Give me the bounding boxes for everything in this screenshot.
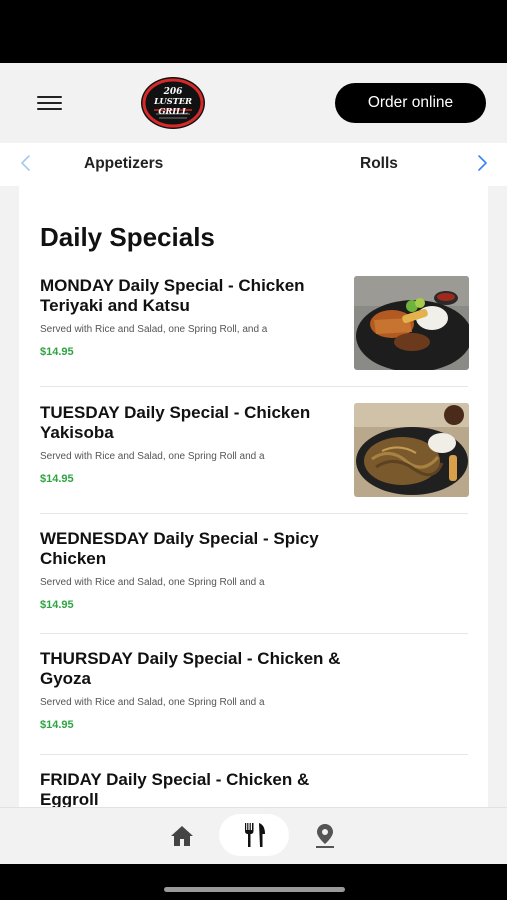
home-icon[interactable]: [170, 825, 194, 847]
status-bar: [0, 0, 507, 63]
item-name: THURSDAY Daily Special - Chicken & Gyoza: [40, 649, 341, 688]
item-price: $14.95: [40, 599, 74, 611]
hamburger-icon[interactable]: [37, 96, 62, 112]
item-divider: [40, 754, 468, 755]
home-indicator[interactable]: [164, 887, 345, 892]
menu-item-wednesday[interactable]: WEDNESDAY Daily Special - Spicy Chicken …: [40, 529, 468, 619]
chevron-right-icon[interactable]: [472, 153, 492, 173]
item-price: $14.95: [40, 346, 74, 358]
menu-section-card: Daily Specials MONDAY Daily Special - Ch…: [19, 186, 488, 864]
item-name: FRIDAY Daily Special - Chicken & Eggroll: [40, 770, 310, 809]
category-tabs: Appetizers Rolls: [0, 143, 507, 186]
logo-line-1: 206: [163, 87, 183, 97]
tab-rolls[interactable]: Rolls: [360, 155, 398, 173]
menu-item-monday[interactable]: MONDAY Daily Special - Chicken Teriyaki …: [40, 276, 469, 376]
item-name: MONDAY Daily Special - Chicken Teriyaki …: [40, 276, 305, 315]
tab-appetizers[interactable]: Appetizers: [84, 155, 163, 173]
menu-item-tuesday[interactable]: TUESDAY Daily Special - Chicken Yakisoba…: [40, 403, 469, 503]
fork-knife-icon[interactable]: [242, 822, 268, 848]
item-name: TUESDAY Daily Special - Chicken Yakisoba: [40, 403, 311, 442]
item-divider: [40, 386, 468, 387]
item-description: Served with Rice and Salad, one Spring R…: [40, 577, 265, 588]
restaurant-logo[interactable]: 206 LUSTER GRILL: [140, 76, 206, 130]
section-title: Daily Specials: [40, 222, 215, 252]
item-photo: [354, 276, 469, 370]
bottom-navigation: [0, 807, 507, 864]
system-bottom-bar: [0, 864, 507, 900]
item-divider: [40, 513, 468, 514]
item-divider: [40, 633, 468, 634]
order-online-button[interactable]: Order online: [335, 83, 486, 123]
item-name: WEDNESDAY Daily Special - Spicy Chicken: [40, 529, 319, 568]
item-description: Served with Rice and Salad, one Spring R…: [40, 451, 265, 462]
item-photo: [354, 403, 469, 497]
item-price: $14.95: [40, 719, 74, 731]
logo-line-2: LUSTER GRILL: [154, 97, 192, 117]
map-pin-icon[interactable]: [315, 823, 335, 849]
chevron-left-icon[interactable]: [16, 153, 36, 173]
item-description: Served with Rice and Salad, one Spring R…: [40, 324, 268, 335]
header: 206 LUSTER GRILL Order online: [0, 63, 507, 143]
menu-item-thursday[interactable]: THURSDAY Daily Special - Chicken & Gyoza…: [40, 649, 468, 739]
item-price: $14.95: [40, 473, 74, 485]
item-description: Served with Rice and Salad, one Spring R…: [40, 697, 265, 708]
app-screen: 206 LUSTER GRILL Order online Appetizers…: [0, 63, 507, 864]
